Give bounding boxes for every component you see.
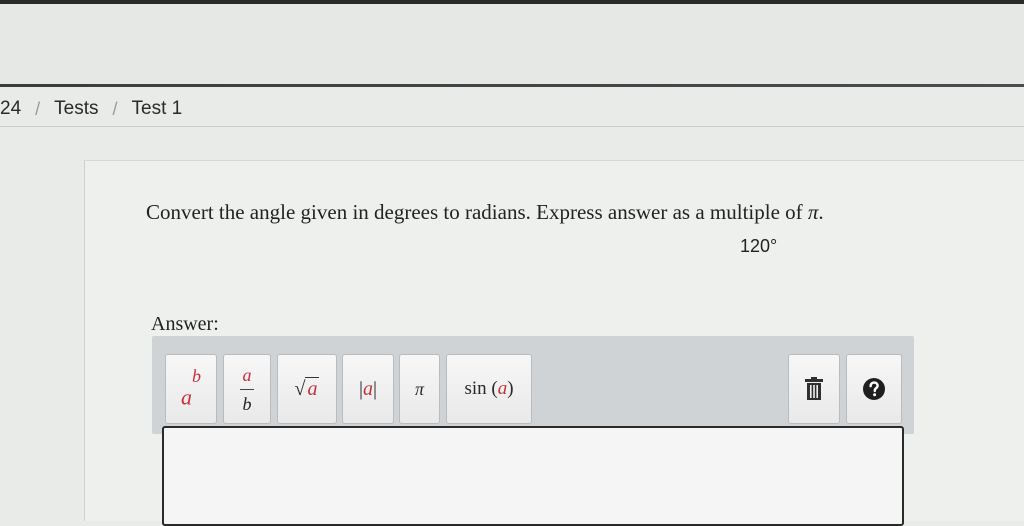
- fraction-button[interactable]: a b: [223, 354, 271, 424]
- power-button[interactable]: ab: [165, 354, 217, 424]
- question-prompt: Convert the angle given in degrees to ra…: [146, 200, 824, 225]
- absolute-value-icon: |a|: [358, 377, 378, 400]
- power-icon: ab: [181, 365, 201, 410]
- pi-button[interactable]: π: [399, 354, 440, 424]
- square-root-button[interactable]: √ a: [277, 354, 337, 424]
- sine-icon: sin (a): [464, 378, 514, 399]
- pi-icon: π: [414, 378, 425, 399]
- fraction-icon: a b: [240, 366, 254, 413]
- math-toolbar: ab a b √ a |a| π sin (a): [152, 336, 914, 434]
- header-rule: [0, 84, 1024, 87]
- answer-input[interactable]: [162, 426, 904, 526]
- breadcrumb-divider: [0, 126, 1024, 127]
- breadcrumb: 24 / Tests / Test 1: [0, 96, 182, 122]
- help-icon: [862, 377, 886, 401]
- breadcrumb-item-tests[interactable]: Tests: [54, 98, 98, 120]
- breadcrumb-separator: /: [112, 98, 118, 119]
- square-root-icon: √ a: [294, 376, 320, 400]
- sine-button[interactable]: sin (a): [446, 354, 532, 424]
- absolute-value-button[interactable]: |a|: [342, 354, 394, 424]
- given-angle: 120°: [740, 236, 778, 256]
- breadcrumb-item-test-1[interactable]: Test 1: [132, 98, 183, 120]
- breadcrumb-item-course[interactable]: 24: [0, 98, 21, 120]
- header-band: [0, 4, 1024, 86]
- question-end: .: [818, 200, 824, 224]
- pi-symbol: π: [807, 200, 819, 224]
- question-text: Convert the angle given in degrees to ra…: [146, 200, 808, 224]
- clear-button[interactable]: [788, 354, 840, 424]
- help-button[interactable]: [846, 354, 902, 424]
- breadcrumb-separator: /: [35, 98, 41, 119]
- answer-label: Answer:: [151, 313, 219, 335]
- trash-icon: [803, 377, 825, 401]
